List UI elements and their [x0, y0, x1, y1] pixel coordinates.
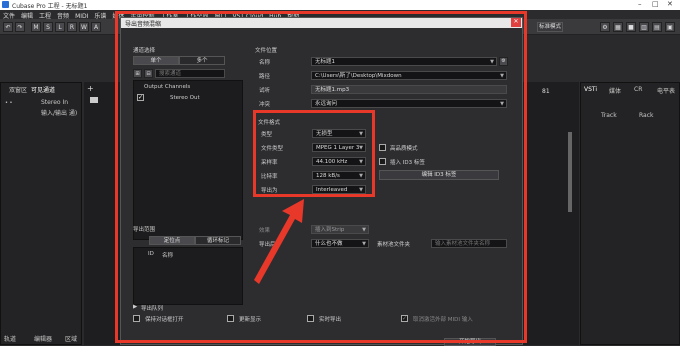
track-io: 输入/输出 通)	[41, 110, 78, 117]
snap-icon[interactable]: ■	[626, 22, 636, 32]
tab-tracks[interactable]: 轨道	[4, 334, 16, 343]
listen-button[interactable]: L	[55, 22, 65, 32]
app-title: Cubase Pro 工程 - 无标题1	[12, 3, 88, 10]
maximize-icon[interactable]: □	[652, 0, 659, 8]
dot-icon: • •	[5, 100, 13, 106]
tab-visible-channels[interactable]: 可见通道	[31, 85, 55, 94]
panel-icon[interactable]: ▤	[652, 22, 662, 32]
project-area-right: 81	[523, 82, 579, 345]
tab-vsti[interactable]: VSTi	[584, 86, 597, 93]
highlight-file-format	[253, 110, 375, 197]
folder-icon	[90, 97, 98, 103]
write-button[interactable]: W	[79, 22, 89, 32]
tab-meter[interactable]: 电平表	[657, 86, 675, 95]
minimize-icon[interactable]: –	[638, 0, 642, 8]
add-track-icon[interactable]: +	[87, 84, 94, 93]
solo-button[interactable]: S	[43, 22, 53, 32]
read-button[interactable]: R	[67, 22, 77, 32]
track-name: Stereo In	[41, 99, 69, 106]
window-icon[interactable]: ▣	[665, 22, 675, 32]
ruler-marker: 81	[542, 88, 550, 95]
grid-icon[interactable]: ▦	[613, 22, 623, 32]
close-icon[interactable]: ✕	[667, 0, 673, 8]
settings-icon[interactable]: ⚙	[600, 22, 610, 32]
marker-mode-button[interactable]: 标准模式	[537, 22, 563, 32]
annotation-arrow-icon	[254, 199, 304, 284]
tab-cr[interactable]: CR	[634, 86, 642, 93]
redo-icon[interactable]: ↷	[15, 22, 25, 32]
track-label[interactable]: Track	[601, 112, 617, 119]
app-logo-icon	[2, 1, 9, 8]
tab-editor[interactable]: 编辑器	[34, 334, 52, 343]
automation-button[interactable]: A	[91, 22, 101, 32]
rack-label[interactable]: Rack	[639, 112, 654, 119]
mute-button[interactable]: M	[31, 22, 41, 32]
right-zone: VSTi 媒体 CR 电平表 Track Rack	[580, 82, 680, 345]
inspector-panel: 双窗区 可见通道 Stereo In 输入/输出 通) • • 轨道 编辑器 区…	[0, 82, 82, 345]
tab-media[interactable]: 媒体	[609, 86, 621, 95]
app-title-bar: Cubase Pro 工程 - 无标题1 – □ ✕	[0, 0, 680, 10]
layout-icon[interactable]: ▥	[639, 22, 649, 32]
scrollbar[interactable]	[568, 132, 572, 212]
tab-zone[interactable]: 区域	[65, 334, 77, 343]
tab-zones[interactable]: 双窗区	[9, 85, 27, 94]
undo-icon[interactable]: ↶	[3, 22, 13, 32]
